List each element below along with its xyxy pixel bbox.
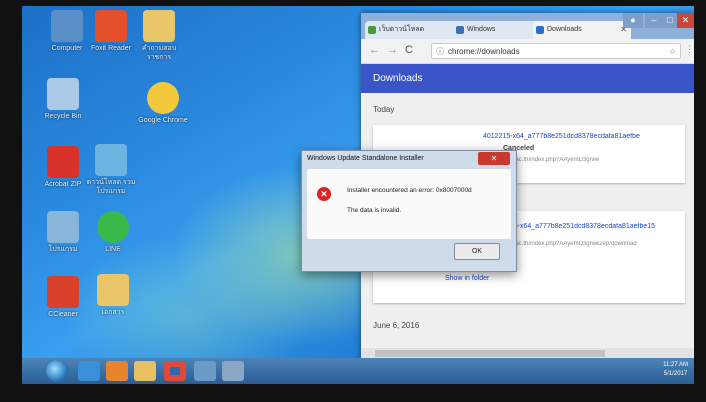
back-icon[interactable]: ←: [369, 44, 380, 56]
desktop: Computer Foxit Reader คำถามสอบ ราชการ Re…: [22, 6, 694, 384]
taskbar-chrome-icon[interactable]: [164, 361, 186, 381]
page-title: Downloads: [373, 73, 423, 84]
minimize-button[interactable]: –: [645, 13, 663, 28]
minimize-icon: –: [651, 15, 657, 25]
user-icon: ●: [630, 15, 636, 25]
line-icon: [97, 211, 129, 243]
address-bar[interactable]: ⓘ chrome://downloads ☆: [431, 43, 681, 59]
ok-button[interactable]: OK: [454, 243, 500, 260]
file-name[interactable]: 4012215-x64_a777b8e251dcd8378ecdafa81aef…: [483, 133, 683, 140]
url-text: chrome://downloads: [448, 47, 520, 56]
section-date: Today: [373, 105, 395, 114]
ccleaner-icon: [47, 276, 79, 308]
taskbar-explorer-icon[interactable]: [134, 361, 156, 381]
start-button[interactable]: [46, 360, 68, 382]
maximize-button[interactable]: □: [663, 13, 677, 28]
monitor-bezel: Computer Foxit Reader คำถามสอบ ราชการ Re…: [0, 0, 706, 402]
acrobat-icon: [47, 146, 79, 178]
dialog-content: ✕ Installer encountered an error: 0x8007…: [307, 169, 511, 239]
star-icon[interactable]: ☆: [669, 44, 676, 60]
chrome-icon: [147, 82, 179, 114]
forward-icon[interactable]: →: [387, 44, 398, 56]
error-dialog: Windows Update Standalone Installer ✕ ✕ …: [301, 150, 517, 272]
menu-icon[interactable]: ⋮: [685, 44, 694, 55]
desktop-icon-chrome[interactable]: Google Chrome: [134, 82, 192, 125]
tab-label: Windows: [467, 26, 496, 33]
user-profile-button[interactable]: ●: [623, 13, 643, 28]
download-icon: [536, 26, 544, 34]
folder-icon: [97, 274, 129, 306]
show-in-folder-link[interactable]: Show in folder: [445, 275, 489, 282]
taskbar: 11:27 AM 5/1/2017: [22, 358, 694, 384]
recycle-bin-icon: [47, 78, 79, 110]
reload-icon[interactable]: C: [405, 44, 413, 56]
folder-icon: [143, 10, 175, 42]
clock-time: 11:27 AM: [663, 362, 688, 368]
desktop-icon-line[interactable]: LINE: [84, 211, 142, 254]
taskbar-app-icon[interactable]: [222, 361, 244, 381]
clock-date: 5/1/2017: [663, 371, 688, 377]
dialog-close-button[interactable]: ✕: [478, 152, 510, 165]
taskbar-ie-icon[interactable]: [78, 361, 100, 381]
error-detail: The data is invalid.: [347, 207, 402, 214]
chrome-tab-strip: เว็บดาวน์โหลด ✕ Windows ✕ Downloads ✕ ●: [361, 13, 694, 39]
desktop-icon-download[interactable]: ดาวน์โหลด รวมโปรแกรม: [82, 144, 140, 196]
tab-label: Downloads: [547, 26, 582, 33]
taskbar-window-icon[interactable]: [194, 361, 216, 381]
tab-favicon-icon: [456, 26, 464, 34]
tab-favicon-icon: [368, 26, 376, 34]
scrollbar-thumb[interactable]: [375, 350, 605, 357]
tab-1[interactable]: เว็บดาวน์โหลด ✕: [365, 21, 465, 39]
tab-label: เว็บดาวน์โหลด: [379, 26, 425, 33]
chrome-toolbar: ← → C ⓘ chrome://downloads ☆ ⋮: [361, 39, 694, 64]
section-date: June 6, 2016: [373, 321, 420, 330]
computer-icon: [51, 10, 83, 42]
program-icon: [95, 144, 127, 176]
tool-icon: [47, 211, 79, 243]
foxit-reader-icon: [95, 10, 127, 42]
tab-downloads[interactable]: Downloads ✕: [533, 21, 631, 39]
close-button[interactable]: ✕: [677, 13, 694, 28]
error-icon: ✕: [317, 187, 331, 201]
info-icon: ⓘ: [436, 47, 444, 56]
close-icon: ✕: [681, 15, 690, 25]
tab-2[interactable]: Windows ✕: [453, 21, 545, 39]
taskbar-media-player-icon[interactable]: [106, 361, 128, 381]
system-clock[interactable]: 11:27 AM 5/1/2017: [663, 361, 688, 379]
desktop-icon-folder[interactable]: คำถามสอบ ราชการ: [130, 10, 188, 62]
desktop-icon-docs[interactable]: เอกสาร: [84, 274, 142, 317]
downloads-header: Downloads: [361, 64, 694, 94]
desktop-icon-recycle-bin[interactable]: Recycle Bin: [34, 78, 92, 121]
error-message: Installer encountered an error: 0x800700…: [347, 187, 472, 194]
maximize-icon: □: [667, 15, 673, 25]
